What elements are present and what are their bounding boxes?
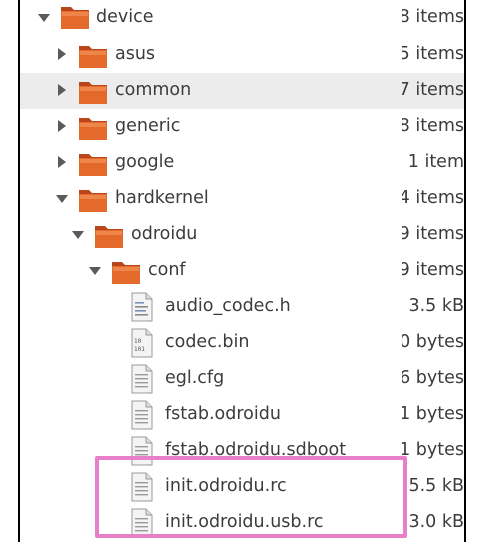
text-file-icon xyxy=(131,508,153,538)
folder-icon xyxy=(79,46,107,68)
text-file-icon xyxy=(131,364,153,394)
text-file-icon xyxy=(131,472,153,502)
svg-text:101: 101 xyxy=(134,346,145,353)
tree-row-size: 3.5 kB xyxy=(408,296,464,316)
tree-row-audio-codec-h[interactable]: audio_codec.h 3.5 kB xyxy=(20,289,464,325)
tree-row-fstab-odroidu-sdboot[interactable]: fstab.odroidu.sdboot 951 bytes xyxy=(20,433,464,469)
expander-closed-icon[interactable] xyxy=(58,120,66,132)
tree-row-google[interactable]: google 1 item xyxy=(20,145,464,181)
tree-row-label: device xyxy=(96,7,154,27)
tree-row-size: 951 bytes xyxy=(402,440,464,460)
svg-text:10: 10 xyxy=(134,338,142,345)
expander-closed-icon[interactable] xyxy=(58,48,66,60)
folder-icon xyxy=(79,154,107,176)
tree-row-size: 420 bytes xyxy=(402,332,464,352)
expander-closed-icon[interactable] xyxy=(58,84,66,96)
tree-row-conf[interactable]: conf 9 items xyxy=(20,253,464,289)
folder-icon xyxy=(79,118,107,140)
expander-closed-icon[interactable] xyxy=(58,156,66,168)
tree-row-label: fstab.odroidu xyxy=(165,404,281,424)
expander-open-icon[interactable] xyxy=(72,231,84,239)
tree-row-size: 7 items xyxy=(402,80,464,100)
tree-row-size: 8 items xyxy=(402,7,464,27)
expander-open-icon[interactable] xyxy=(56,195,68,203)
file-list-view: device 8 items asus 5 items common 7 ite… xyxy=(18,0,466,542)
folder-icon xyxy=(79,190,107,212)
tree-row-codec-bin[interactable]: 10 101 codec.bin 420 bytes xyxy=(20,325,464,361)
binary-file-icon: 10 101 xyxy=(131,328,153,358)
tree-row-size: 1 item xyxy=(407,152,464,172)
tree-row-label: conf xyxy=(148,260,186,280)
tree-row-label: odroidu xyxy=(131,224,198,244)
tree-row-label: asus xyxy=(115,44,156,64)
tree-row-size: 5.5 kB xyxy=(408,476,464,496)
tree-row-common[interactable]: common 7 items xyxy=(20,73,464,109)
tree-row-label: common xyxy=(115,80,192,100)
tree-row-egl-cfg[interactable]: egl.cfg 416 bytes xyxy=(20,361,464,397)
tree-row-fstab-odroidu[interactable]: fstab.odroidu 951 bytes xyxy=(20,397,464,433)
text-file-icon xyxy=(131,400,153,430)
tree-row-label: codec.bin xyxy=(165,332,250,352)
tree-row-init-odroidu-usb-rc[interactable]: init.odroidu.usb.rc 3.0 kB xyxy=(20,505,464,541)
tree-row-label: google xyxy=(115,152,175,172)
tree-row-label: init.odroidu.rc xyxy=(165,476,287,496)
tree-row-init-odroidu-rc[interactable]: init.odroidu.rc 5.5 kB xyxy=(20,469,464,505)
tree-row-size: 951 bytes xyxy=(402,404,464,424)
tree-row-size: 416 bytes xyxy=(402,368,464,388)
folder-icon xyxy=(95,226,123,248)
tree-row-size: 3.0 kB xyxy=(408,512,464,532)
tree-row-size: 9 items xyxy=(402,260,464,280)
tree-row-label: egl.cfg xyxy=(165,368,225,388)
c-header-file-icon xyxy=(131,292,153,322)
folder-icon xyxy=(79,82,107,104)
tree-row-hardkernel[interactable]: hardkernel 4 items xyxy=(20,181,464,217)
tree-row-size: 5 items xyxy=(402,44,464,64)
expander-open-icon[interactable] xyxy=(38,14,50,22)
folder-icon xyxy=(61,7,89,29)
text-file-icon xyxy=(131,436,153,466)
tree-row-device[interactable]: device 8 items xyxy=(20,1,464,37)
tree-row-size: 8 items xyxy=(402,116,464,136)
tree-row-generic[interactable]: generic 8 items xyxy=(20,109,464,145)
tree-row-asus[interactable]: asus 5 items xyxy=(20,37,464,73)
tree-row-size: 19 items xyxy=(402,224,464,244)
tree-row-label: hardkernel xyxy=(115,188,209,208)
expander-open-icon[interactable] xyxy=(89,267,101,275)
tree-row-odroidu[interactable]: odroidu 19 items xyxy=(20,217,464,253)
tree-row-label: init.odroidu.usb.rc xyxy=(165,512,324,532)
folder-icon xyxy=(112,262,140,284)
tree-row-label: generic xyxy=(115,116,181,136)
tree-row-size: 4 items xyxy=(402,188,464,208)
tree-row-label: audio_codec.h xyxy=(165,296,291,316)
tree-row-label: fstab.odroidu.sdboot xyxy=(165,440,347,460)
